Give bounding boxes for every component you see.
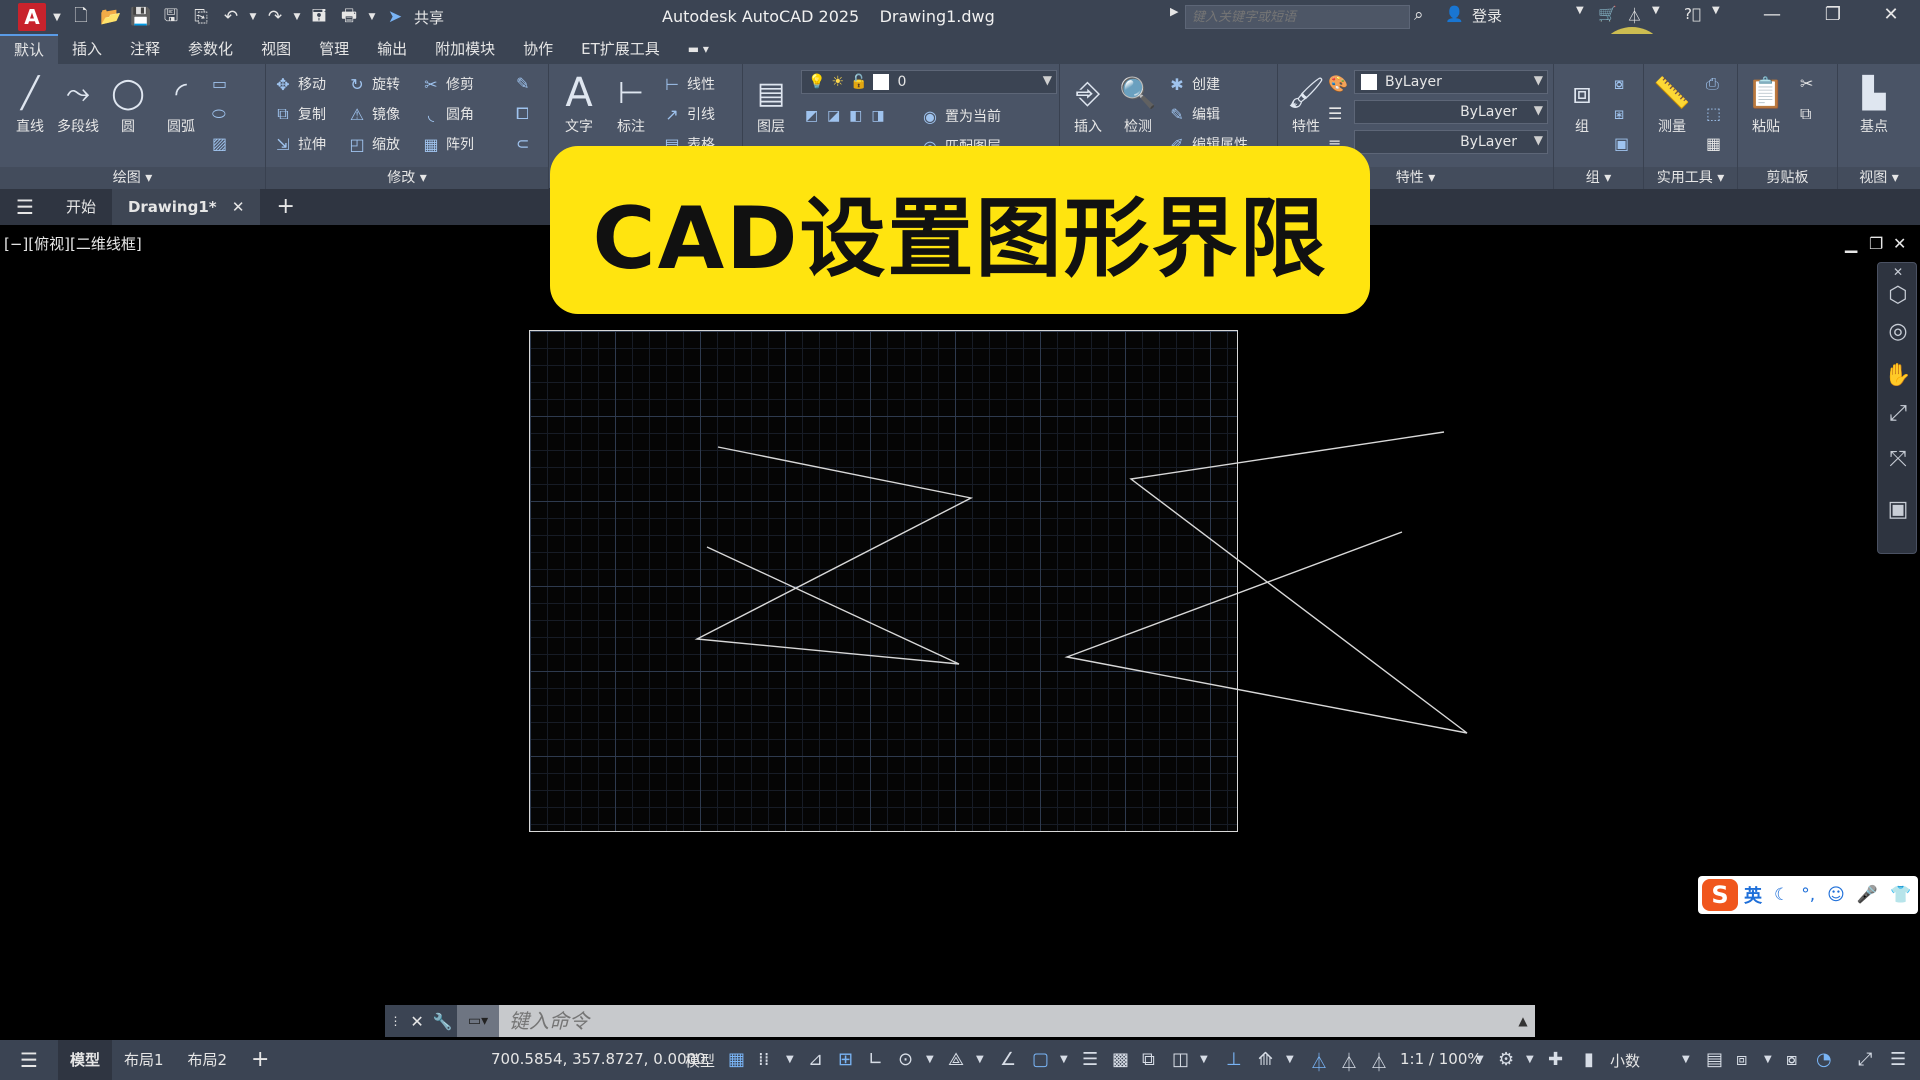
lock-ui-icon[interactable]: ⧈ [1736,1049,1747,1070]
ucs-icon[interactable]: ⊥ [1226,1049,1242,1070]
sogou-logo-icon[interactable]: S [1702,879,1738,911]
selection-cycling-icon[interactable]: ⧉ [1142,1049,1155,1070]
ime-language-toggle[interactable]: 英 [1744,882,1762,908]
osnap-dropdown-icon[interactable]: ▼ [1060,1054,1068,1065]
polar-dropdown-icon[interactable]: ▼ [926,1054,934,1065]
moon-icon[interactable]: ☾ [1774,885,1789,905]
emoji-icon[interactable]: ☺ [1827,885,1845,905]
units-value[interactable]: 小数 [1610,1050,1640,1071]
clean-screen-icon[interactable]: ⤢ [1858,1049,1872,1070]
punctuation-icon[interactable]: °, [1801,885,1815,905]
snap-icon[interactable]: ⁞⁞ [758,1049,769,1070]
orbit-icon[interactable]: ⤧ [1884,447,1912,475]
customization-menu-icon[interactable]: ☰ [1890,1049,1906,1070]
tab-layout1[interactable]: 布局1 [112,1040,176,1080]
annotation-monitor-icon[interactable]: ✚ [1548,1049,1563,1070]
viewcube-icon[interactable]: ⬡ [1884,283,1912,311]
customize-wrench-icon[interactable]: 🔧 [433,1012,453,1031]
model-space-button[interactable]: 模型 [685,1050,715,1071]
scale-dropdown-icon[interactable]: ▼ [1476,1054,1484,1065]
command-close-icon[interactable]: ✕ [410,1012,423,1031]
infer-constraints-icon[interactable]: ⊿ [808,1049,823,1070]
annotation-scale-icon[interactable]: ⏃ [1370,1049,1388,1075]
skin-icon[interactable]: 👕 [1890,885,1911,905]
transparency-icon[interactable]: ▩ [1112,1049,1129,1070]
microphone-icon[interactable]: 🎤 [1857,885,1878,905]
recent-commands-icon[interactable]: ▭▾ [457,1005,499,1037]
cursor-coordinates[interactable]: 700.5854, 357.8727, 0.0000 [491,1050,706,1068]
annotation-visibility-icon[interactable]: ⏃ [1310,1049,1328,1075]
object-snap-icon[interactable]: ▢ [1032,1049,1049,1070]
banner-text: CAD设置图形界限 [592,188,1328,289]
navigation-bar: ✕ ⬡ ◎ ✋ ⤢ ⤧ ▣ [1877,262,1917,554]
object-snap-tracking-icon[interactable]: ∠ [1000,1049,1016,1070]
gizmo-dropdown-icon[interactable]: ▼ [1286,1054,1294,1065]
ortho-icon[interactable]: ∟ [868,1049,883,1070]
auto-scale-icon[interactable]: ⏃ [1340,1049,1358,1075]
gizmo-icon[interactable]: ⟰ [1258,1049,1273,1070]
command-line-controls: ⋮ ✕ 🔧 [385,1005,457,1037]
new-layout-icon[interactable]: + [239,1040,281,1080]
3d-osnap-icon[interactable]: ◫ [1172,1049,1189,1070]
quick-properties-icon[interactable]: ▤ [1706,1049,1723,1070]
workspace-dropdown-icon[interactable]: ▼ [1526,1054,1534,1065]
lock-ui-dropdown-icon[interactable]: ▼ [1764,1054,1772,1065]
isodraft-icon[interactable]: ⟁ [948,1049,964,1070]
lineweight-toggle-icon[interactable]: ☰ [1082,1049,1098,1070]
steering-wheel-icon[interactable]: ◎ [1884,319,1912,347]
annotation-scale-value[interactable]: 1:1 / 100% [1400,1050,1482,1068]
drawn-polyline-1[interactable] [694,446,974,665]
polar-tracking-icon[interactable]: ⊙ [898,1049,913,1070]
command-input[interactable] [499,1005,1511,1037]
3d-osnap-dropdown-icon[interactable]: ▼ [1200,1054,1208,1065]
command-history-icon[interactable]: ▲ [1511,1005,1535,1037]
title-banner: CAD设置图形界限 [550,146,1370,314]
pan-hand-icon[interactable]: ✋ [1884,363,1912,391]
status-bar: ☰ 模型 布局1 布局2 + 700.5854, 357.8727, 0.000… [0,1040,1920,1080]
tab-model[interactable]: 模型 [57,1040,112,1080]
zoom-extents-icon[interactable]: ⤢ [1884,401,1912,429]
tab-layout2[interactable]: 布局2 [176,1040,240,1080]
grid-icon[interactable]: ▦ [728,1049,745,1070]
layout-menu-icon[interactable]: ☰ [0,1040,58,1080]
snap-dropdown-icon[interactable]: ▼ [786,1054,794,1065]
drawn-polyline-2[interactable] [1064,431,1468,734]
ime-toolbar: S 英 ☾ °, ☺ 🎤 👕 [1698,876,1918,914]
isolate-objects-icon[interactable]: ⧇ [1786,1049,1797,1070]
isodraft-dropdown-icon[interactable]: ▼ [976,1054,984,1065]
hardware-acceleration-icon[interactable]: ◔ [1816,1049,1832,1070]
units-dropdown-icon[interactable]: ▼ [1682,1054,1690,1065]
showmotion-icon[interactable]: ▣ [1884,497,1912,525]
dynamic-input-icon[interactable]: ⊞ [838,1049,853,1070]
units-icon[interactable]: ▮ [1584,1049,1594,1070]
grip-icon[interactable]: ⋮ [389,1014,401,1028]
command-line: ⋮ ✕ 🔧 ▭▾ ▲ [385,1005,1535,1037]
workspace-gear-icon[interactable]: ⚙ [1498,1049,1514,1070]
